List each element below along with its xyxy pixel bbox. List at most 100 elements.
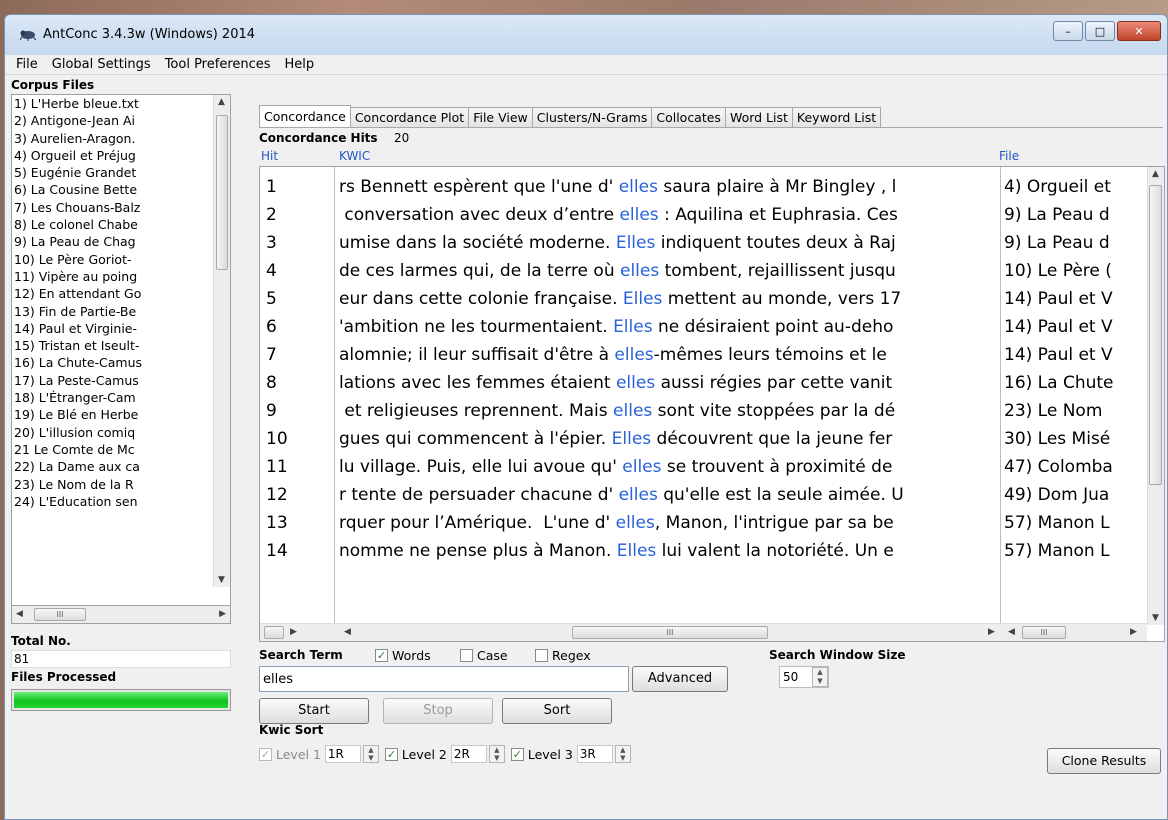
scroll-left-arrow-icon[interactable]: ◀	[344, 627, 351, 637]
corpus-file-item[interactable]: 13) Fin de Partie-Be	[14, 303, 214, 320]
kwic-keyword[interactable]: elles	[613, 401, 652, 421]
kwic-line[interactable]: lu village. Puis, elle lui avoue qu' ell…	[339, 453, 892, 481]
file-column-header[interactable]: File	[999, 149, 1019, 163]
file-hscroll-thumb[interactable]: lll	[1022, 626, 1066, 639]
scroll-right-arrow-icon[interactable]: ▶	[219, 609, 226, 619]
clone-results-button[interactable]: Clone Results	[1047, 748, 1161, 774]
start-button[interactable]: Start	[259, 698, 369, 724]
words-checkbox[interactable]: ✓	[375, 649, 388, 662]
corpus-file-item[interactable]: 10) Le Père Goriot-	[14, 251, 214, 268]
level2-spinner-icon[interactable]: ▲ ▼	[488, 745, 505, 763]
kwic-keyword[interactable]: elles	[616, 513, 655, 533]
tab-clusters-ngrams[interactable]: Clusters/N-Grams	[531, 107, 653, 127]
level2-checkbox[interactable]: ✓	[384, 747, 398, 761]
close-button[interactable]: ✕	[1117, 21, 1161, 41]
corpus-scroll-thumb[interactable]	[216, 115, 228, 270]
kwic-keyword[interactable]: elles	[622, 457, 661, 477]
level3-spinner-icon[interactable]: ▲ ▼	[614, 745, 631, 763]
kwic-line[interactable]: conversation avec deux d’entre elles : A…	[339, 201, 898, 229]
kwic-keyword[interactable]: Elles	[623, 289, 663, 309]
corpus-file-item[interactable]: 24) L'Education sen	[14, 493, 214, 510]
kwic-keyword[interactable]: elles	[619, 177, 658, 197]
corpus-file-item[interactable]: 12) En attendant Go	[14, 285, 214, 302]
kwic-keyword[interactable]: Elles	[616, 233, 656, 253]
kwic-keyword[interactable]: elles	[614, 345, 653, 365]
kwic-keyword[interactable]: Elles	[613, 317, 653, 337]
corpus-file-item[interactable]: 6) La Cousine Bette	[14, 181, 214, 198]
regex-option[interactable]: Regex	[535, 648, 591, 663]
corpus-file-item[interactable]: 19) Le Blé en Herbe	[14, 406, 214, 423]
level1-spinner-icon[interactable]: ▲ ▼	[362, 745, 379, 763]
corpus-hscroll-thumb[interactable]: lll	[34, 608, 86, 621]
kwic-hscroll-thumb[interactable]: lll	[572, 626, 768, 639]
level3-value[interactable]: 3R	[576, 745, 613, 763]
advanced-button[interactable]: Advanced	[632, 666, 728, 692]
tab-keyword-list[interactable]: Keyword List	[791, 107, 882, 127]
kwic-line[interactable]: eur dans cette colonie française. Elles …	[339, 285, 901, 313]
level3-checkbox[interactable]: ✓	[510, 747, 524, 761]
corpus-file-item[interactable]: 8) Le colonel Chabe	[14, 216, 214, 233]
corpus-file-item[interactable]: 21 Le Comte de Mc	[14, 441, 214, 458]
kwic-keyword[interactable]: elles	[619, 205, 658, 225]
stop-button[interactable]: Stop	[383, 698, 493, 724]
tab-file-view[interactable]: File View	[468, 107, 533, 127]
kwic-keyword[interactable]: Elles	[612, 429, 652, 449]
corpus-file-item[interactable]: 4) Orgueil et Préjug	[14, 147, 214, 164]
regex-checkbox[interactable]	[535, 649, 548, 662]
file-cell[interactable]: 14) Paul et V	[1001, 313, 1113, 341]
level2-value[interactable]: 2R	[450, 745, 487, 763]
corpus-file-item[interactable]: 1) L'Herbe bleue.txt	[14, 95, 214, 112]
corpus-file-item[interactable]: 5) Eugénie Grandet	[14, 164, 214, 181]
concordance-table[interactable]: 1 2 3 4 5 6 7 8 9 10 11 12 13 14 rs Bennett espèrent …	[259, 166, 1165, 642]
file-cell[interactable]: 23) Le Nom	[1001, 397, 1102, 425]
kwic-line[interactable]: r tente de persuader chacune d' elles qu…	[339, 481, 904, 509]
menu-global-settings[interactable]: Global Settings	[45, 57, 158, 72]
level1-value[interactable]: 1R	[324, 745, 361, 763]
scroll-right-arrow-icon[interactable]: ▶	[290, 627, 297, 637]
file-cell[interactable]: 14) Paul et V	[1001, 341, 1113, 369]
corpus-file-item[interactable]: 2) Antigone-Jean Ai	[14, 112, 214, 129]
minimize-button[interactable]: –	[1053, 21, 1083, 41]
file-cell[interactable]: 4) Orgueil et	[1001, 173, 1111, 201]
kwic-line[interactable]: 'ambition ne les tourmentaient. Elles ne…	[339, 313, 893, 341]
tab-collocates[interactable]: Collocates	[651, 107, 726, 127]
kwic-line[interactable]: rs Bennett espèrent que l'une d' elles s…	[339, 173, 896, 201]
scroll-down-arrow-icon[interactable]: ▼	[218, 575, 225, 585]
corpus-file-item[interactable]: 3) Aurelien-Aragon.	[14, 130, 214, 147]
corpus-file-item[interactable]: 20) L'illusion comiq	[14, 424, 214, 441]
concordance-scroll-thumb[interactable]	[1149, 185, 1162, 485]
file-cell[interactable]: 30) Les Misé	[1001, 425, 1110, 453]
hit-hscroll-thumb[interactable]	[264, 626, 284, 639]
file-cell[interactable]: 16) La Chute	[1001, 369, 1114, 397]
scroll-up-arrow-icon[interactable]: ▲	[1152, 169, 1159, 179]
concordance-vertical-scrollbar[interactable]: ▲ ▼	[1147, 167, 1164, 625]
kwic-line[interactable]: alomnie; il leur suffisait d'être à elle…	[339, 341, 887, 369]
tab-concordance[interactable]: Concordance	[259, 105, 351, 127]
file-cell[interactable]: 47) Colomba	[1001, 453, 1113, 481]
scroll-up-arrow-icon[interactable]: ▲	[218, 97, 225, 107]
tab-word-list[interactable]: Word List	[724, 107, 793, 127]
menu-file[interactable]: File	[9, 57, 45, 72]
corpus-file-item[interactable]: 23) Le Nom de la R	[14, 476, 214, 493]
corpus-file-item[interactable]: 15) Tristan et Iseult-	[14, 337, 214, 354]
file-cell[interactable]: 9) La Peau d	[1001, 229, 1110, 257]
scroll-right-arrow-icon[interactable]: ▶	[988, 627, 995, 637]
case-checkbox[interactable]	[460, 649, 473, 662]
kwic-column-header[interactable]: KWIC	[339, 149, 370, 163]
corpus-file-item[interactable]: 7) Les Chouans-Balz	[14, 199, 214, 216]
corpus-file-item[interactable]: 11) Vipère au poing	[14, 268, 214, 285]
file-cell[interactable]: 14) Paul et V	[1001, 285, 1113, 313]
scroll-down-arrow-icon[interactable]: ▼	[1152, 613, 1159, 623]
kwic-line[interactable]: de ces larmes qui, de la terre où elles …	[339, 257, 896, 285]
corpus-file-item[interactable]: 22) La Dame aux ca	[14, 458, 214, 475]
words-option[interactable]: ✓ Words	[375, 648, 431, 663]
search-term-input[interactable]	[259, 666, 629, 692]
case-option[interactable]: Case	[460, 648, 508, 663]
window-size-spinner-icon[interactable]: ▲ ▼	[812, 667, 828, 687]
corpus-horizontal-scrollbar[interactable]: ◀ lll ▶	[11, 606, 231, 624]
corpus-file-item[interactable]: 9) La Peau de Chag	[14, 233, 214, 250]
file-cell[interactable]: 9) La Peau d	[1001, 201, 1110, 229]
kwic-line[interactable]: nomme ne pense plus à Manon. Elles lui v…	[339, 537, 894, 565]
kwic-line[interactable]: et religieuses reprennent. Mais elles so…	[339, 397, 895, 425]
menu-tool-preferences[interactable]: Tool Preferences	[158, 57, 278, 72]
